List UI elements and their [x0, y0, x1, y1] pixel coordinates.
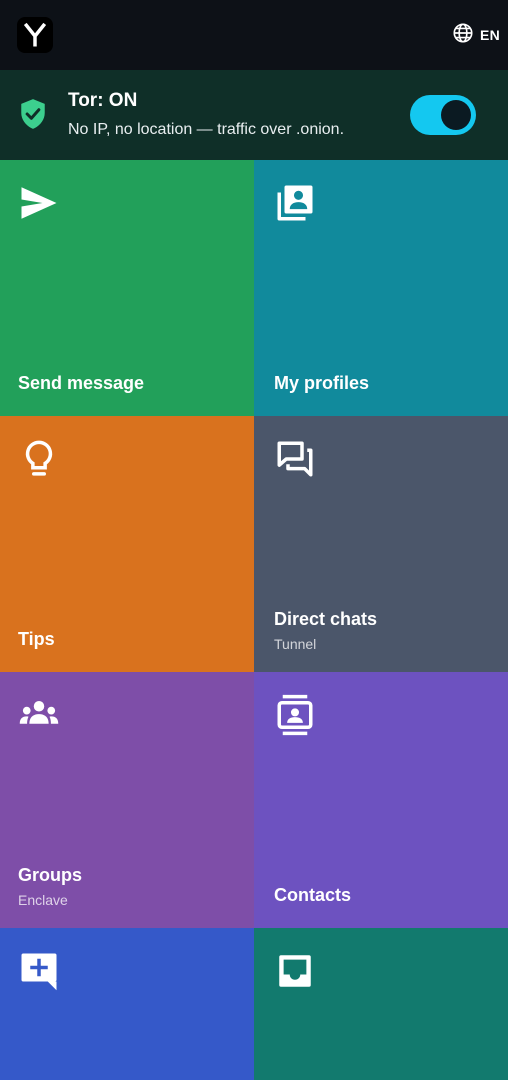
lightbulb-icon: [18, 438, 60, 480]
tile-subtitle: Enclave: [18, 892, 68, 908]
tile-inbox[interactable]: [254, 928, 508, 1080]
send-icon: [18, 182, 60, 224]
tile-label: Direct chats: [274, 609, 378, 629]
tor-toggle[interactable]: [410, 95, 476, 135]
tile-new-conversation[interactable]: [0, 928, 254, 1080]
contacts-icon: [274, 694, 316, 736]
tile-label: Send message: [18, 373, 145, 393]
add-comment-icon: [18, 950, 60, 992]
tile-tips[interactable]: Tips: [0, 416, 254, 672]
toggle-knob: [441, 100, 471, 130]
y-logo-icon[interactable]: [17, 17, 53, 53]
globe-icon: [452, 22, 474, 49]
tile-label: Groups: [18, 865, 83, 885]
tile-label: Tips: [18, 629, 55, 649]
language-selector[interactable]: EN: [452, 22, 500, 48]
groups-icon: [18, 694, 60, 736]
tor-status-subtitle: No IP, no location — traffic over .onion…: [68, 121, 345, 138]
tile-label: Contacts: [274, 885, 352, 905]
top-bar: EN: [0, 0, 508, 70]
tor-status-title: Tor: ON: [68, 90, 138, 111]
tile-send-message[interactable]: Send message: [0, 160, 254, 416]
profiles-icon: [274, 182, 316, 224]
tile-contacts[interactable]: Contacts: [254, 672, 508, 928]
tile-subtitle: Tunnel: [274, 636, 317, 652]
inbox-icon: [274, 950, 316, 992]
shield-check-icon: [21, 99, 45, 129]
tile-groups[interactable]: Groups Enclave: [0, 672, 254, 928]
tile-label: My profiles: [274, 373, 370, 393]
tile-my-profiles[interactable]: My profiles: [254, 160, 508, 416]
language-code: EN: [479, 27, 500, 43]
chat-bubbles-icon: [274, 438, 316, 480]
tile-direct-chats[interactable]: Direct chats Tunnel: [254, 416, 508, 672]
